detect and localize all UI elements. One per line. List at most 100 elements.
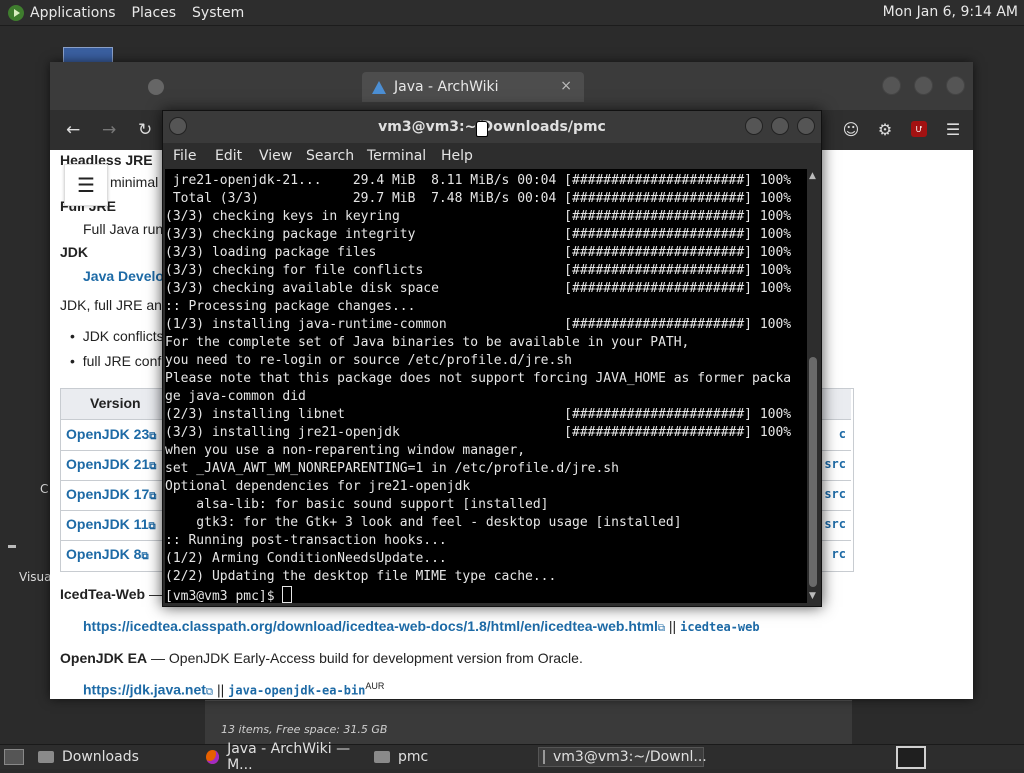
menu-edit[interactable]: Edit [215, 148, 242, 164]
applications-menu[interactable]: Applications [30, 5, 116, 21]
desktop-mark [8, 545, 16, 548]
forward-button[interactable]: → [102, 120, 116, 140]
row-version: OpenJDK 8 [66, 546, 142, 562]
external-link-icon: ⧉ [149, 431, 157, 442]
clock[interactable]: Mon Jan 6, 9:14 AM [883, 4, 1018, 20]
close-button[interactable] [797, 117, 815, 135]
system-menu[interactable]: System [192, 5, 244, 21]
terminal-line: :: Running post-transaction hooks... [165, 533, 447, 548]
toolbar-right: ☺ ⚙ Ư ☰ [841, 119, 963, 139]
terminal-output[interactable]: jre21-openjdk-21... 29.4 MiB 8.11 MiB/s … [165, 169, 807, 603]
terminal-scrollbar[interactable]: ▲ ▼ [807, 169, 819, 603]
ublock-icon[interactable]: Ư [909, 119, 929, 139]
scroll-down-icon[interactable]: ▼ [809, 591, 816, 601]
task-label: vm3@vm3:~/Downl... [553, 749, 707, 765]
menu-file[interactable]: File [173, 148, 196, 164]
link-openjdk-ea-pkg[interactable]: java-openjdk-ea-bin [228, 684, 365, 698]
menu-icon[interactable]: ☰ [943, 119, 963, 139]
task-terminal[interactable]: vm3@vm3:~/Downl... [538, 747, 707, 767]
link-openjdk-17[interactable]: OpenJDK 17⧉ [66, 486, 156, 502]
external-link-icon: ⧉ [149, 491, 157, 502]
show-desktop-button[interactable] [4, 749, 24, 765]
icedtea-links: https://icedtea.classpath.org/download/i… [83, 618, 760, 634]
terminal-menubar: File Edit View Search Terminal Help [163, 143, 821, 169]
mouse-pointer-icon [476, 121, 488, 137]
scroll-up-icon[interactable]: ▲ [809, 171, 816, 181]
external-link-icon: ⧉ [149, 461, 157, 472]
tab-archwiki-java[interactable]: Java - ArchWiki × [362, 72, 584, 102]
text-jdk-desc: JDK, full JRE an [60, 297, 162, 313]
terminal-line: (3/3) loading package files [###########… [165, 245, 792, 260]
terminal-line: :: Processing package changes... [165, 299, 416, 314]
link-java-devel[interactable]: Java Develo [83, 268, 164, 284]
close-button[interactable] [946, 76, 965, 95]
maximize-button[interactable] [914, 76, 933, 95]
minimize-button[interactable] [882, 76, 901, 95]
terminal-line: (2/3) installing libnet [###############… [165, 407, 792, 422]
link-icedtea-docs[interactable]: https://icedtea.classpath.org/download/i… [83, 618, 658, 634]
task-label: Downloads [62, 749, 139, 765]
link-src[interactable]: src [824, 517, 846, 531]
terminal-line: (1/2) Arming ConditionNeedsUpdate... [165, 551, 447, 566]
terminal-line: (1/3) installing java-runtime-common [##… [165, 317, 792, 332]
firefox-icon [206, 750, 220, 764]
task-firefox[interactable]: Java - ArchWiki — M... [206, 741, 370, 773]
tab-title: Java - ArchWiki [394, 79, 499, 95]
link-openjdk-21[interactable]: OpenJDK 21⧉ [66, 456, 156, 472]
heading-jdk: JDK [60, 244, 89, 260]
link-src[interactable]: rc [832, 547, 846, 561]
icedtea-line: IcedTea-Web — [60, 586, 163, 602]
terminal-line: gtk3: for the Gtk+ 3 look and feel - des… [165, 515, 682, 530]
link-openjdk-23[interactable]: OpenJDK 23⧉ [66, 426, 156, 442]
terminal-title: vm3@vm3:~/Downloads/pmc [378, 119, 606, 135]
extensions-icon[interactable]: ⚙ [875, 119, 895, 139]
terminal-prompt-line[interactable]: [vm3@vm3 pmc]$ [165, 586, 791, 603]
workspace-switcher[interactable] [896, 746, 926, 769]
back-button[interactable]: ← [66, 120, 80, 140]
tab-github[interactable] [140, 72, 350, 102]
link-src[interactable]: src [824, 457, 846, 471]
link-openjdk-8[interactable]: OpenJDK 8⧉ [66, 546, 149, 562]
terminal-prompt: [vm3@vm3 pmc]$ [165, 589, 283, 603]
account-icon[interactable]: ☺ [841, 119, 861, 139]
link-src[interactable]: c [839, 427, 846, 441]
reload-button[interactable]: ↻ [138, 120, 152, 140]
task-pmc[interactable]: pmc [374, 747, 534, 767]
external-link-icon: ⧉ [205, 686, 214, 698]
separator: || [668, 618, 677, 634]
scrollbar-thumb[interactable] [809, 357, 817, 587]
link-icedtea-pkg[interactable]: icedtea-web [680, 620, 759, 634]
desktop-label-visual: Visua [19, 570, 52, 584]
terminal-line: Optional dependencies for jre21-openjdk [165, 479, 471, 494]
terminal-line: set _JAVA_AWT_WM_NONREPARENTING=1 in /et… [165, 461, 619, 476]
text-minimal: minimal [110, 174, 159, 190]
minimize-button[interactable] [745, 117, 763, 135]
terminal-line: (3/3) checking for file conflicts [#####… [165, 263, 792, 278]
ublock-badge: Ư [911, 121, 927, 137]
terminal-line: (2/2) Updating the desktop file MIME typ… [165, 569, 557, 584]
openjdk-ea-line: OpenJDK EA — OpenJDK Early-Access build … [60, 650, 583, 666]
row-version: OpenJDK 23 [66, 426, 150, 442]
menu-terminal[interactable]: Terminal [367, 148, 426, 164]
link-openjdk-11[interactable]: OpenJDK 11⧉ [66, 516, 156, 532]
external-link-icon: ⧉ [141, 551, 149, 562]
link-src[interactable]: src [824, 487, 846, 501]
github-icon [148, 79, 164, 95]
link-jdk-java-net[interactable]: https://jdk.java.net [83, 682, 206, 698]
maximize-button[interactable] [771, 117, 789, 135]
close-icon[interactable]: × [560, 78, 572, 94]
terminal-titlebar[interactable]: vm3@vm3:~/Downloads/pmc [163, 111, 821, 143]
terminal-line: when you use a non-reparenting window ma… [165, 443, 526, 458]
places-menu[interactable]: Places [132, 5, 177, 21]
menu-help[interactable]: Help [441, 148, 473, 164]
task-downloads[interactable]: Downloads [38, 747, 198, 767]
terminal-line: jre21-openjdk-21... 29.4 MiB 8.11 MiB/s … [165, 173, 792, 188]
folder-icon [38, 751, 54, 763]
terminal-icon [543, 750, 545, 764]
toc-menu-icon[interactable]: ☰ [64, 164, 108, 206]
menu-search[interactable]: Search [306, 148, 354, 164]
external-link-icon: ⧉ [148, 521, 156, 532]
distro-logo-icon[interactable] [8, 4, 24, 21]
bullet-text: JDK conflicts [82, 328, 164, 344]
menu-view[interactable]: View [259, 148, 292, 164]
